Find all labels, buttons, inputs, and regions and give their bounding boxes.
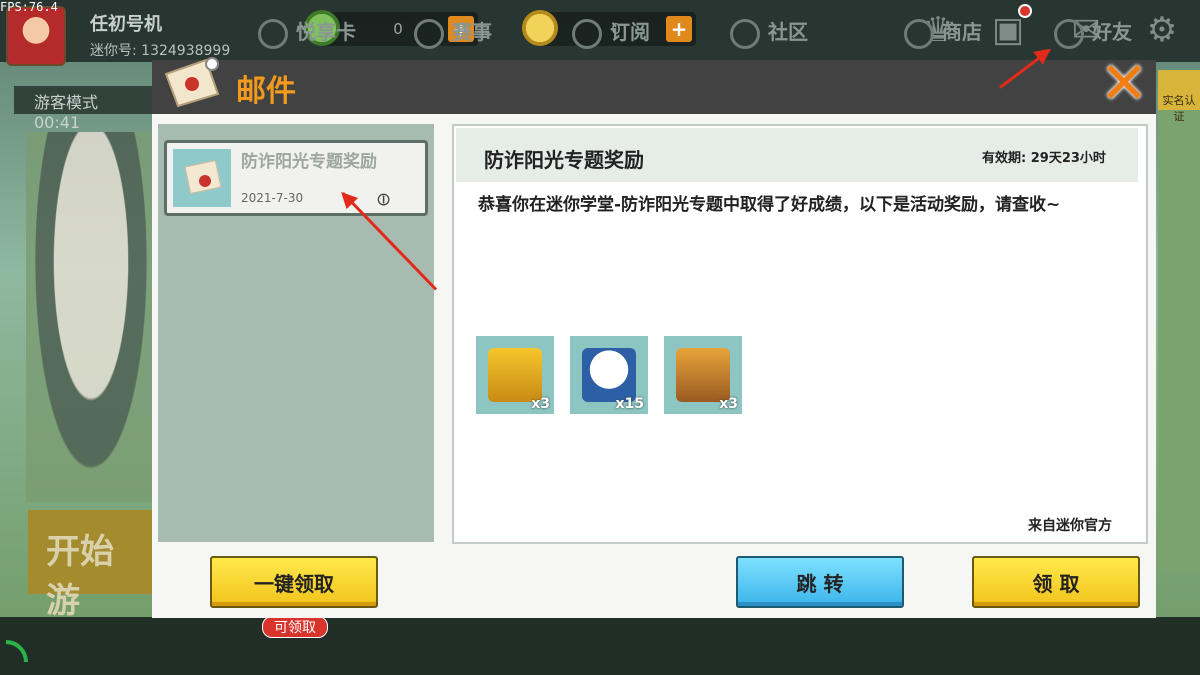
reward-item[interactable]: x3	[476, 336, 554, 414]
attachment-icon: ⊘	[370, 186, 397, 213]
notification-dot	[1018, 4, 1032, 18]
add-coin-button[interactable]: +	[666, 16, 692, 42]
bottom-nav	[0, 617, 1200, 675]
nav-community[interactable]: 社区	[730, 16, 808, 49]
mail-item-title: 防诈阳光专题奖励	[241, 152, 377, 172]
cart-icon	[904, 18, 934, 49]
sailor-character-icon	[582, 348, 636, 402]
reward-qty: x15	[615, 396, 644, 412]
claimable-badge: 可领取	[262, 616, 328, 638]
start-game-button[interactable]: 开始游	[28, 510, 158, 621]
detail-title: 防诈阳光专题奖励	[484, 148, 644, 172]
star-icon	[572, 18, 602, 49]
envelope-icon	[160, 52, 226, 110]
reward-item[interactable]: x15	[570, 336, 648, 414]
pig-icon	[258, 18, 288, 49]
character-illustration	[26, 132, 156, 502]
mail-list-item[interactable]: 防诈阳光专题奖励 2021-7-30 ⊘	[164, 140, 428, 216]
trophy-icon	[414, 18, 444, 49]
reward-item[interactable]: x3	[664, 336, 742, 414]
jump-button[interactable]: 跳 转	[736, 556, 904, 608]
reward-qty: x3	[719, 396, 738, 412]
nav-pass-card[interactable]: 悦享卡	[258, 16, 356, 49]
nav-friends[interactable]: 好友	[1054, 16, 1132, 49]
guest-mode-timer: 游客模式 00:41	[14, 86, 164, 132]
nav-subscribe[interactable]: 订阅	[572, 16, 650, 49]
sender-label: 来自迷你官方	[1028, 518, 1112, 534]
mail-item-date: 2021-7-30	[241, 191, 304, 205]
mail-detail	[452, 124, 1148, 544]
reward-qty: x3	[531, 396, 550, 412]
expiry-label: 有效期: 29天23小时	[982, 151, 1106, 166]
mystery-box-icon	[676, 348, 730, 402]
friends-icon	[1054, 18, 1084, 49]
mail-body-text: 恭喜你在迷你学堂-防诈阳光专题中取得了好成绩，以下是活动奖励，请查收~	[478, 195, 1061, 215]
dialog-title: 邮件	[236, 74, 296, 109]
claim-all-button[interactable]: 一键领取	[210, 556, 378, 608]
dialog-header	[152, 60, 1156, 114]
close-button[interactable]: ✕	[1090, 54, 1158, 112]
avatar[interactable]	[6, 6, 66, 66]
gear-icon[interactable]: ⚙	[1140, 8, 1184, 52]
claim-button[interactable]: 领 取	[972, 556, 1140, 608]
letter-icon	[173, 149, 231, 207]
fps-counter: FPS:76.4	[0, 0, 58, 14]
nav-events[interactable]: 赛事	[414, 16, 492, 49]
nav-shop[interactable]: 商店	[904, 16, 982, 49]
user-name: 任初号机	[90, 14, 162, 35]
realname-badge[interactable]: 实名认证	[1158, 70, 1200, 123]
gift-box-icon	[488, 348, 542, 402]
coin-icon	[522, 10, 558, 46]
right-side-panel: 实名认证	[1158, 70, 1200, 570]
community-icon	[730, 18, 760, 49]
